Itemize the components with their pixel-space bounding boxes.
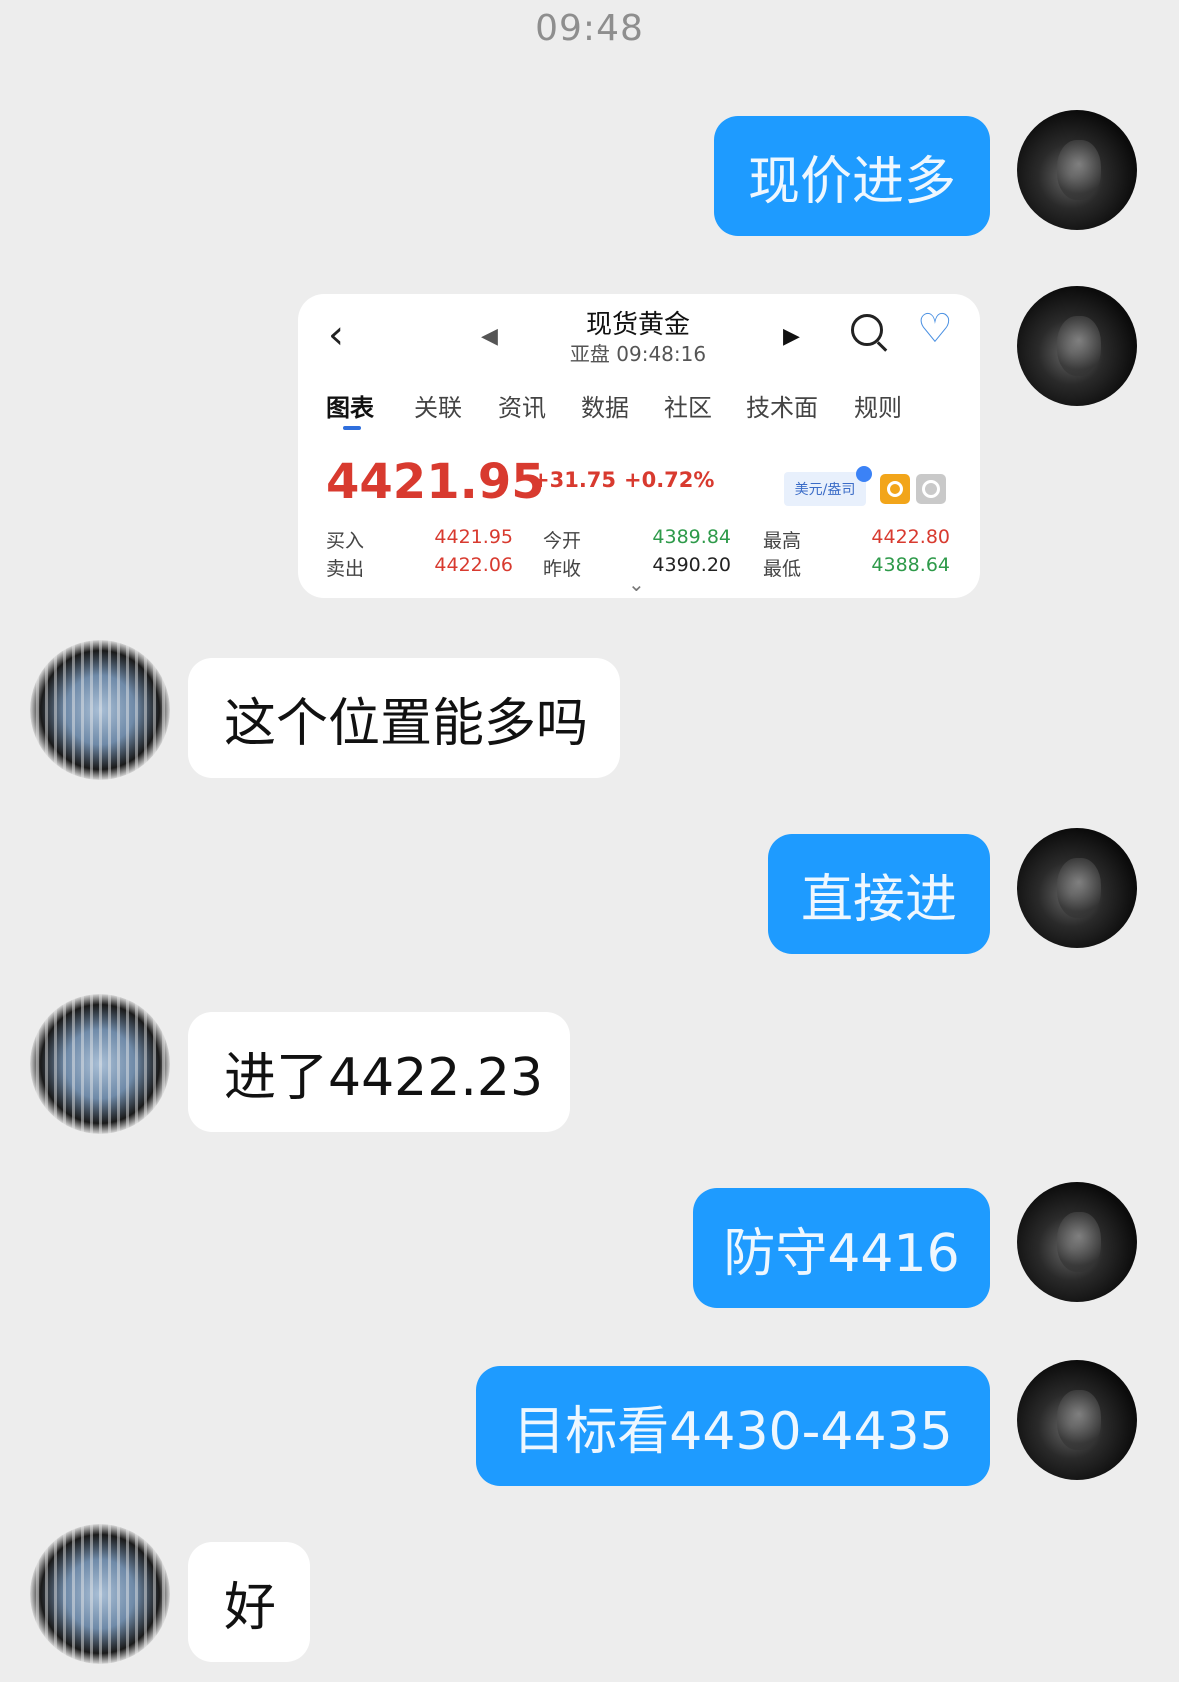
- switch-indicator-icon: [856, 466, 872, 482]
- next-instrument-icon[interactable]: ▶: [783, 324, 800, 349]
- tab-data[interactable]: 数据: [581, 388, 629, 423]
- prev-close-label: 昨收: [543, 558, 582, 580]
- chat-timestamp: 09:48: [535, 8, 644, 49]
- price-change-percent: +0.72%: [624, 468, 715, 492]
- expand-chevron-icon[interactable]: ⌄: [628, 572, 645, 596]
- instrument-title: 现货黄金: [585, 310, 690, 340]
- message-bubble-me[interactable]: 现价进多: [714, 116, 990, 236]
- quote-card[interactable]: ‹ ◀ 现货黄金 亚盘 09:48:16 ▶ ♡ 图表 关联 资讯 数据 社区 …: [298, 294, 980, 598]
- settings-icon[interactable]: [916, 474, 946, 504]
- ask-label: 卖出: [326, 558, 365, 580]
- avatar-me[interactable]: [1017, 828, 1137, 948]
- favorite-heart-icon[interactable]: ♡: [917, 306, 953, 352]
- avatar-other[interactable]: [30, 994, 170, 1134]
- open-label: 今开: [543, 530, 582, 552]
- tab-news[interactable]: 资讯: [498, 388, 546, 423]
- tab-related[interactable]: 关联: [414, 388, 462, 423]
- message-bubble-me[interactable]: 目标看4430-4435: [476, 1366, 990, 1486]
- bid-label: 买入: [326, 530, 365, 552]
- message-bubble-me[interactable]: 防守4416: [693, 1188, 990, 1308]
- avatar-me[interactable]: [1017, 1182, 1137, 1302]
- open-value: 4389.84: [652, 526, 731, 548]
- prev-instrument-icon[interactable]: ◀: [481, 324, 498, 349]
- avatar-me[interactable]: [1017, 286, 1137, 406]
- current-price: 4421.95: [326, 454, 545, 510]
- avatar-me[interactable]: [1017, 110, 1137, 230]
- tab-chart[interactable]: 图表: [326, 388, 374, 430]
- instrument-subtitle: 亚盘 09:48:16: [569, 342, 707, 366]
- message-bubble-me[interactable]: 直接进: [768, 834, 990, 954]
- avatar-me[interactable]: [1017, 1360, 1137, 1480]
- tab-technical[interactable]: 技术面: [746, 388, 818, 423]
- avatar-other[interactable]: [30, 640, 170, 780]
- high-value: 4422.80: [871, 526, 950, 548]
- tab-community[interactable]: 社区: [664, 388, 712, 423]
- low-label: 最低: [763, 558, 802, 580]
- message-bubble-other[interactable]: 这个位置能多吗: [188, 658, 620, 778]
- low-value: 4388.64: [871, 554, 950, 576]
- high-label: 最高: [763, 530, 802, 552]
- bid-value: 4421.95: [434, 526, 513, 548]
- alert-icon[interactable]: [880, 474, 910, 504]
- message-bubble-other[interactable]: 好: [188, 1542, 310, 1662]
- tab-rules[interactable]: 规则: [854, 388, 902, 423]
- price-change: +31.75: [532, 468, 617, 492]
- ask-value: 4422.06: [434, 554, 513, 576]
- avatar-other[interactable]: [30, 1524, 170, 1664]
- search-icon[interactable]: [851, 314, 883, 346]
- currency-unit-badge[interactable]: 美元/盎司: [784, 472, 866, 506]
- message-bubble-other[interactable]: 进了4422.23: [188, 1012, 570, 1132]
- back-icon[interactable]: ‹: [328, 312, 344, 358]
